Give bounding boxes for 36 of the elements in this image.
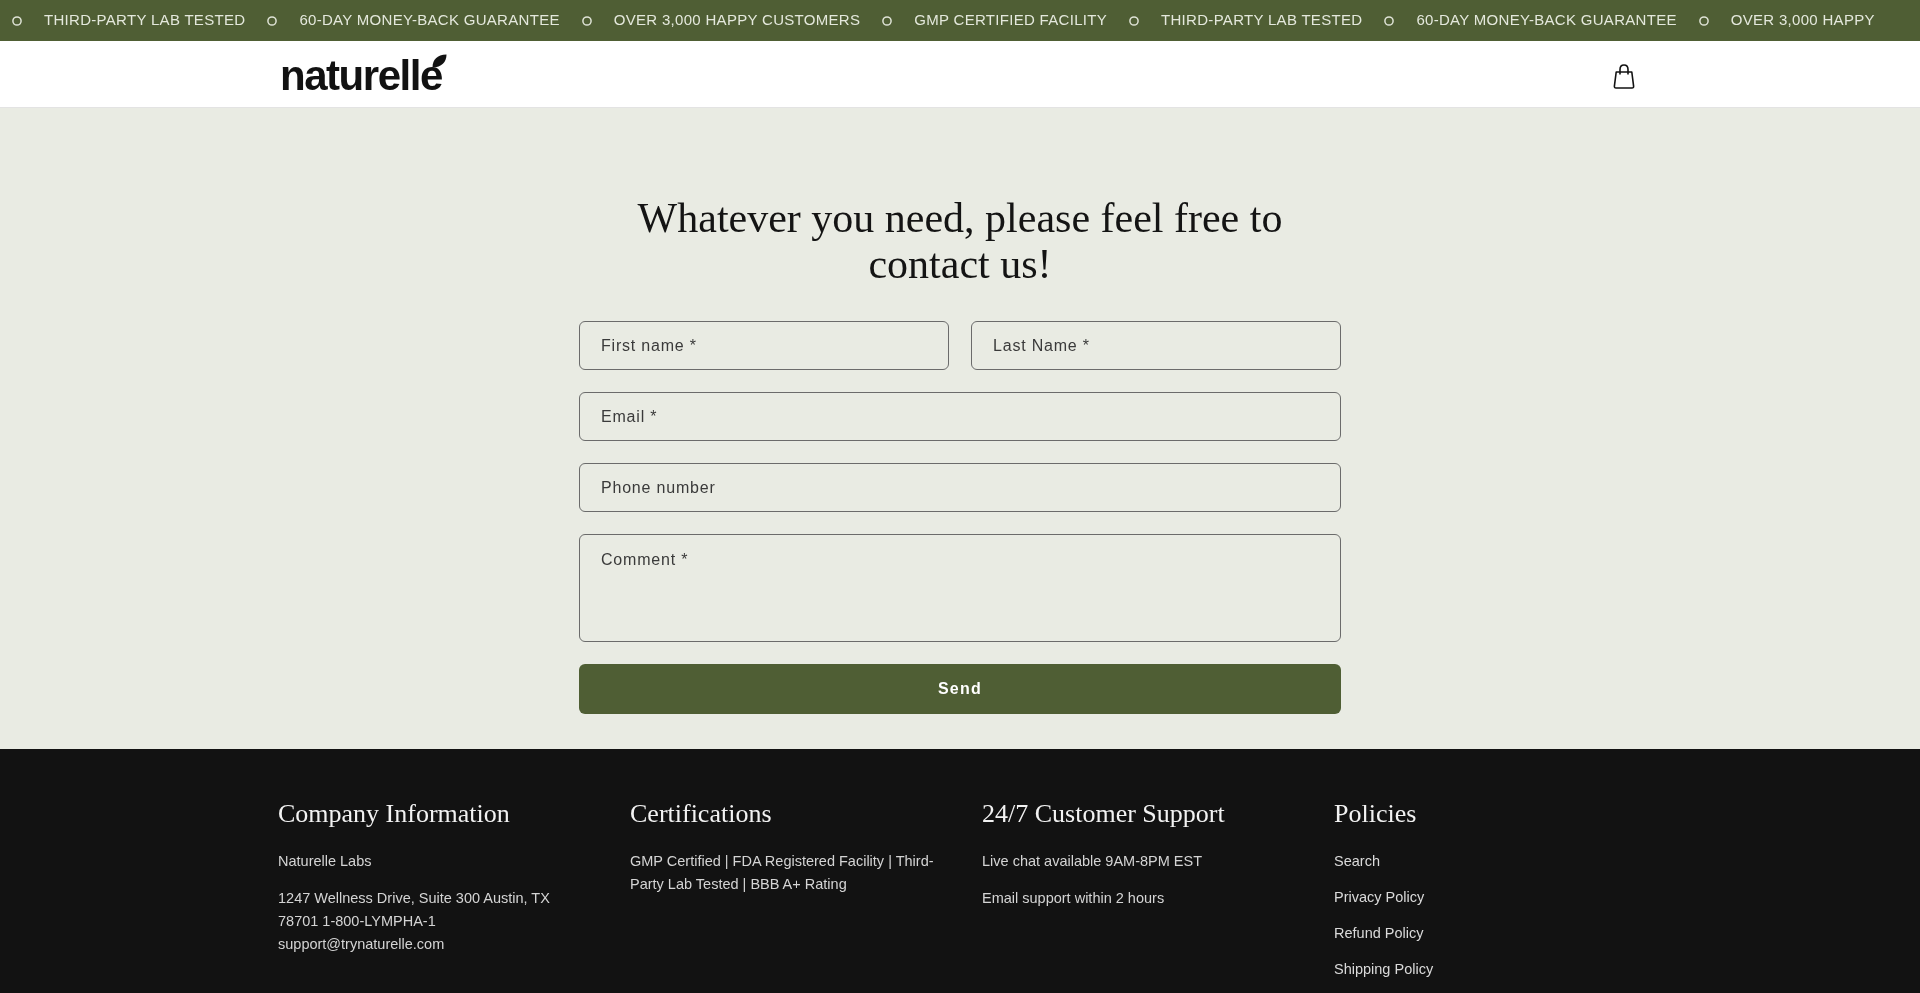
shopping-bag-icon[interactable]	[1613, 63, 1635, 89]
announcement-text: OVER 3,000 HAPPY CUSTOMERS	[613, 10, 861, 31]
footer-link[interactable]: Refund Policy	[1334, 922, 1424, 945]
input-field[interactable]: Email *	[579, 392, 1341, 441]
footer-link[interactable]: Shipping Policy	[1334, 958, 1434, 981]
input-field[interactable]: Last Name *	[971, 321, 1341, 370]
input-field[interactable]: Phone number	[579, 463, 1341, 512]
footer-heading: Company Information	[278, 798, 510, 830]
footer-text: Naturelle Labs	[278, 852, 372, 871]
footer-text: 1247 Wellness Drive, Suite 300 Austin, TX 78701 1-800-LYMPHA-1 support@trynaturelle.com	[278, 889, 551, 954]
comment-field[interactable]: Comment *	[579, 534, 1341, 642]
ring-icon	[581, 15, 592, 26]
footer-link[interactable]: Search	[1334, 850, 1380, 873]
announcement-text: THIRD-PARTY LAB TESTED	[1161, 10, 1363, 31]
announcement-text: 60-DAY MONEY-BACK GUARANTEE	[299, 10, 560, 31]
footer-heading: Policies	[1334, 798, 1417, 830]
ring-icon	[1384, 15, 1395, 26]
ring-icon	[1698, 15, 1709, 26]
footer-text: Live chat available 9AM-8PM EST	[982, 852, 1202, 871]
ring-icon	[1129, 15, 1139, 26]
announcement-text: GMP CERTIFIED FACILITY	[914, 10, 1107, 31]
page-heading: Whatever you need, please feel free to contact us!	[636, 195, 1284, 287]
footer-heading: 24/7 Customer Support	[982, 798, 1225, 830]
ring-icon	[12, 15, 22, 26]
announcement-text: THIRD-PARTY LAB TESTED	[44, 10, 246, 31]
footer-link[interactable]: Privacy Policy	[1334, 886, 1425, 909]
send-button[interactable]: Send	[579, 664, 1341, 714]
announcement-text: OVER 3,000 HAPPY	[1730, 10, 1875, 31]
logo-link[interactable]: naturelle	[280, 55, 444, 97]
announcement-text: 60-DAY MONEY-BACK GUARANTEE	[1416, 10, 1677, 31]
input-field[interactable]: First name *	[579, 321, 949, 370]
footer-text: Email support within 2 hours	[982, 889, 1165, 908]
ring-icon	[882, 15, 893, 26]
footer-text: GMP Certified | FDA Registered Facility | Third-Party Lab Tested | BBB A+ Rating	[630, 852, 935, 894]
ring-icon	[267, 15, 278, 26]
footer-heading: Certifications	[630, 798, 772, 830]
